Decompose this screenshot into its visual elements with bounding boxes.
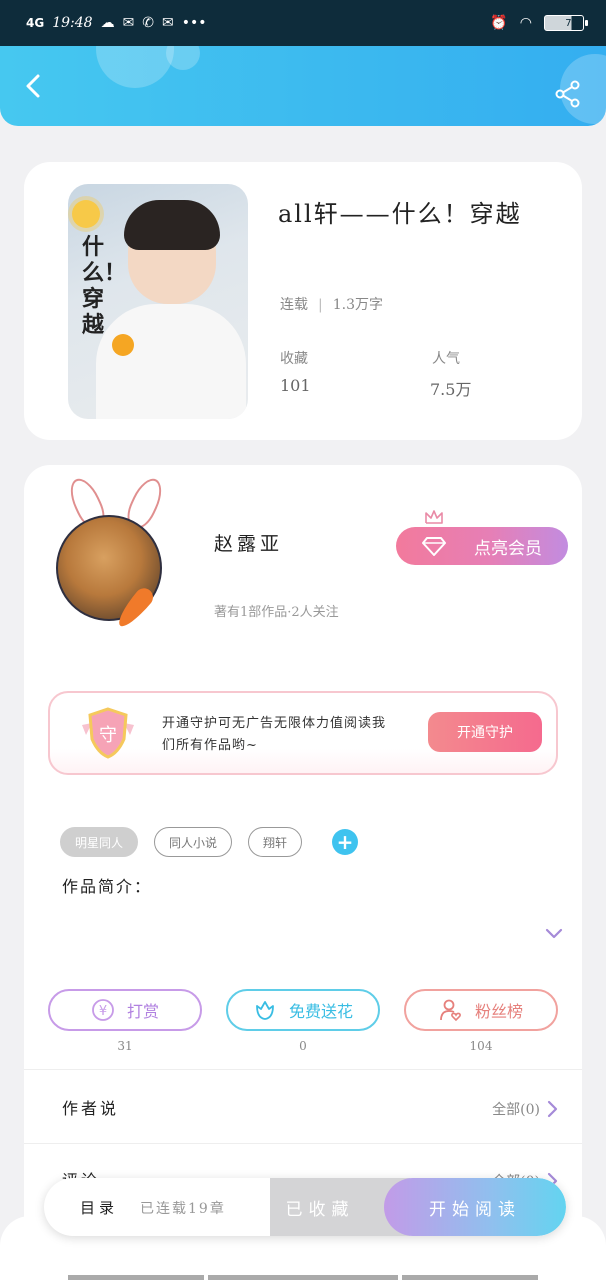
author-meta: 著有1部作品·2人关注 bbox=[214, 605, 339, 620]
fans-rank-label: 粉丝榜 bbox=[474, 1002, 523, 1021]
favorites-count: 101 bbox=[280, 376, 311, 395]
toc-status: 已连载19章 bbox=[140, 1201, 226, 1217]
tag-item[interactable]: 明星同人 bbox=[60, 827, 139, 857]
action-counts: 31 0 104 bbox=[48, 1039, 558, 1053]
toc-button[interactable]: 目录 bbox=[80, 1197, 118, 1218]
word-count: 1.3万字 bbox=[332, 297, 383, 313]
book-title: all轩——什么！穿越 bbox=[278, 200, 522, 228]
more-notifications-icon: ••• bbox=[181, 15, 207, 31]
send-flower-label: 免费送花 bbox=[288, 1002, 353, 1021]
author-name[interactable]: 赵露亚 bbox=[214, 529, 283, 556]
cover-title-text: 什么！穿越 bbox=[82, 234, 127, 338]
mail-icon: ✉ bbox=[162, 15, 174, 31]
bottom-action-bar: 目录 已连载19章 已收藏 开始阅读 bbox=[44, 1178, 566, 1236]
flower-count: 0 bbox=[299, 1039, 307, 1053]
decorative-bubble bbox=[166, 46, 200, 70]
chevron-right-icon bbox=[547, 1100, 558, 1118]
intro-label: 作品简介： bbox=[62, 877, 153, 896]
wifi-icon: ◠ bbox=[519, 15, 532, 31]
divider bbox=[24, 1143, 582, 1144]
author-avatar[interactable] bbox=[56, 473, 206, 632]
guard-banner: 守 开通守护可无广告无限体力值阅读我们所有作品哟~ 开通守护 bbox=[48, 691, 558, 775]
book-info-card: 什么！穿越 all轩——什么！穿越 连载 | 1.3万字 收藏 101 人气 7.5… bbox=[24, 162, 582, 440]
share-icon[interactable] bbox=[554, 80, 582, 108]
back-icon[interactable] bbox=[20, 72, 48, 100]
tag-list: 明星同人 同人小说 翔轩 + bbox=[60, 827, 359, 857]
fans-rank-button[interactable]: 粉丝榜 bbox=[404, 989, 558, 1031]
popularity-count: 7.5万 bbox=[430, 380, 472, 399]
home-indicator bbox=[402, 1275, 538, 1280]
decorative-bubble bbox=[96, 46, 174, 88]
home-indicator bbox=[208, 1275, 398, 1280]
tip-label: 打赏 bbox=[126, 1002, 159, 1021]
author-says-title: 作者说 bbox=[62, 1099, 120, 1118]
start-reading-button[interactable]: 开始阅读 bbox=[384, 1178, 566, 1236]
book-cover[interactable]: 什么！穿越 bbox=[68, 184, 248, 419]
battery-indicator: 70 bbox=[544, 15, 588, 31]
fans-count: 104 bbox=[469, 1039, 493, 1053]
home-indicator bbox=[68, 1275, 204, 1280]
tag-item[interactable]: 同人小说 bbox=[154, 827, 233, 857]
user-heart-icon bbox=[440, 999, 461, 1022]
tip-count: 31 bbox=[117, 1039, 133, 1053]
serial-status: 连载 bbox=[280, 297, 308, 313]
svg-text:¥: ¥ bbox=[99, 1004, 107, 1019]
message-icon: ✉ bbox=[122, 15, 135, 31]
add-tag-button[interactable]: + bbox=[332, 829, 359, 855]
chevron-down-icon[interactable] bbox=[544, 927, 564, 941]
diamond-icon bbox=[422, 537, 446, 556]
alarm-icon: ⏰ bbox=[490, 15, 508, 31]
popularity-label: 人气 bbox=[432, 351, 460, 367]
favorites-label: 收藏 bbox=[280, 351, 308, 367]
author-says-all-link[interactable]: 全部(0) bbox=[492, 1099, 558, 1119]
cover-figure-hair bbox=[124, 200, 220, 250]
collected-label: 已收藏 bbox=[285, 1199, 355, 1220]
top-header bbox=[0, 46, 606, 126]
status-time: 19:48 bbox=[52, 15, 93, 31]
action-row: ¥ 打赏 免费送花 粉丝榜 bbox=[48, 989, 558, 1031]
sun-sticker-icon bbox=[72, 200, 100, 228]
crown-icon bbox=[425, 510, 443, 524]
status-bar: 4G 19:48 ☁ ✉ ✆ ✉ ••• ⏰ ◠ 70 bbox=[0, 0, 606, 46]
book-status-line: 连载 | 1.3万字 bbox=[280, 297, 383, 313]
send-flower-button[interactable]: 免费送花 bbox=[226, 989, 380, 1031]
flower-sticker-icon bbox=[112, 334, 134, 356]
cloud-icon: ☁ bbox=[100, 15, 115, 31]
guard-shield-icon: 守 bbox=[82, 707, 134, 759]
vip-button-label: 点亮会员 bbox=[474, 538, 542, 559]
flower-icon bbox=[256, 1001, 274, 1020]
phone-icon: ✆ bbox=[142, 15, 155, 31]
author-card: 赵露亚 著有1部作品·2人关注 点亮会员 守 开通守护可无广告无限体力值阅读我们… bbox=[24, 465, 582, 1280]
cover-figure-shirt bbox=[96, 304, 246, 419]
author-says-all-label: 全部(0) bbox=[492, 1102, 540, 1118]
divider bbox=[24, 1069, 582, 1070]
tag-item[interactable]: 翔轩 bbox=[248, 827, 303, 857]
guard-description: 开通守护可无广告无限体力值阅读我们所有作品哟~ bbox=[162, 716, 387, 753]
network-indicator: 4G bbox=[26, 16, 45, 30]
tip-button[interactable]: ¥ 打赏 bbox=[48, 989, 202, 1031]
guard-badge-text: 守 bbox=[99, 725, 117, 746]
open-guard-button[interactable]: 开通守护 bbox=[428, 712, 542, 752]
vip-button[interactable]: 点亮会员 bbox=[396, 527, 568, 565]
yen-coin-icon: ¥ bbox=[92, 999, 114, 1021]
